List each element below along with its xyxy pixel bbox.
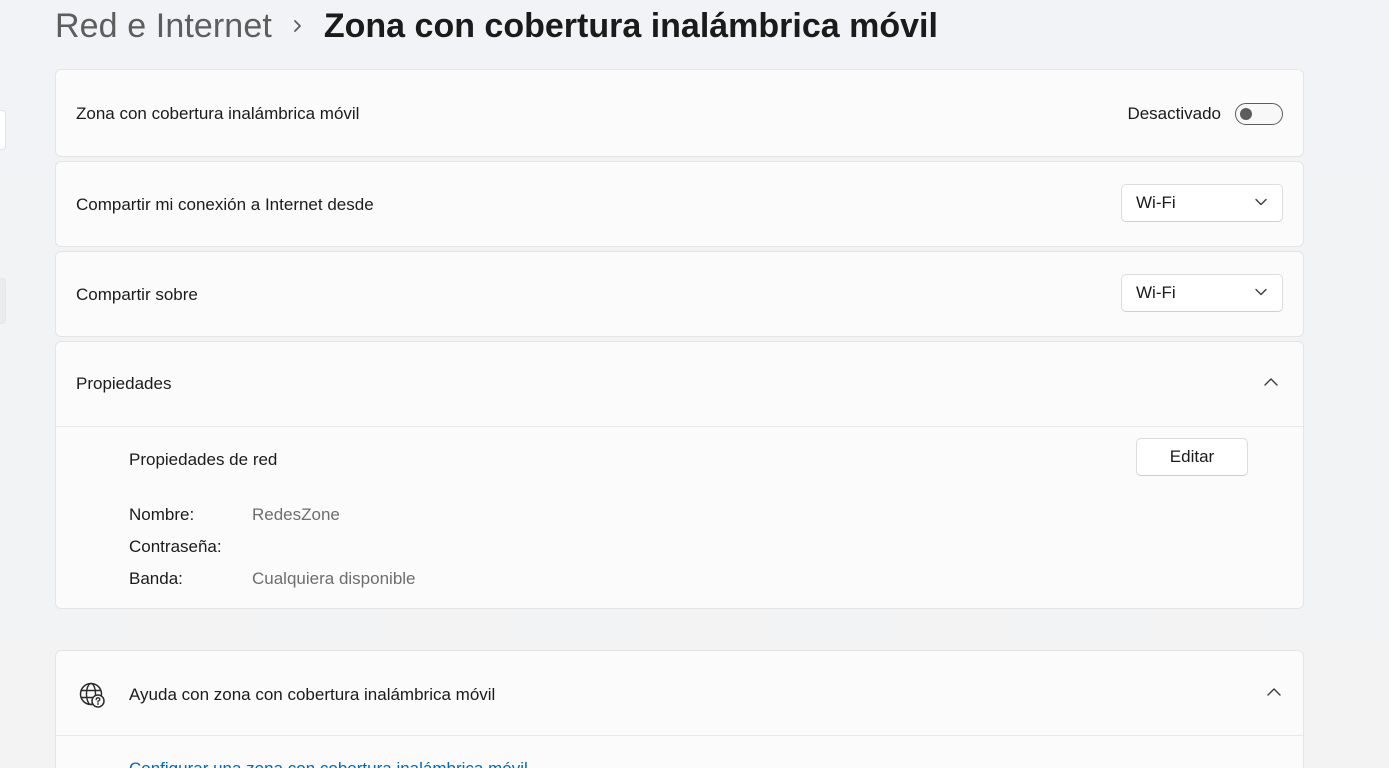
nav-pane-selected-edge[interactable] (0, 278, 6, 324)
name-label: Nombre: (129, 505, 195, 524)
divider (56, 735, 1303, 736)
breadcrumb-parent[interactable]: Red e Internet (55, 7, 272, 46)
properties-header[interactable]: Propiedades (56, 342, 1303, 426)
hotspot-toggle[interactable] (1235, 103, 1283, 125)
password-label: Contraseña: (129, 537, 222, 556)
share-from-dropdown[interactable]: Wi-Fi (1121, 184, 1283, 222)
hotspot-toggle-group: Desactivado (1127, 103, 1283, 125)
properties-label: Propiedades (76, 374, 172, 393)
settings-page: Red e Internet Zona con cobertura inalám… (0, 0, 1389, 768)
globe-help-icon (78, 681, 106, 709)
network-properties-title: Propiedades de red (129, 450, 278, 469)
share-over-card: Compartir sobre Wi-Fi (55, 251, 1304, 337)
chevron-right-icon (272, 19, 324, 33)
page-title: Zona con cobertura inalámbrica móvil (323, 6, 938, 45)
share-over-label: Compartir sobre (76, 285, 198, 304)
chevron-up-icon[interactable] (1262, 680, 1286, 704)
band-label: Banda: (129, 569, 183, 588)
chevron-down-icon (1254, 284, 1268, 302)
nav-pane-edge[interactable] (0, 110, 6, 150)
hotspot-label: Zona con cobertura inalámbrica móvil (76, 104, 360, 123)
share-from-card: Compartir mi conexión a Internet desde W… (55, 161, 1304, 247)
name-value: RedesZone (252, 505, 340, 524)
divider (56, 426, 1303, 427)
hotspot-card: Zona con cobertura inalámbrica móvil Des… (55, 69, 1304, 157)
edit-button[interactable]: Editar (1136, 438, 1248, 476)
share-from-label: Compartir mi conexión a Internet desde (76, 195, 374, 214)
chevron-up-icon[interactable] (1259, 370, 1283, 394)
chevron-down-icon (1254, 194, 1268, 212)
properties-card: Propiedades Propiedades de red Editar No… (55, 341, 1304, 609)
share-from-value: Wi-Fi (1136, 193, 1176, 212)
share-over-value: Wi-Fi (1136, 283, 1176, 302)
share-over-dropdown[interactable]: Wi-Fi (1121, 274, 1283, 312)
help-card: Ayuda con zona con cobertura inalámbrica… (55, 650, 1304, 768)
toggle-knob (1240, 107, 1252, 120)
toggle-state-text: Desactivado (1127, 104, 1221, 123)
help-link[interactable]: Configurar una zona con cobertura inalám… (129, 759, 528, 768)
band-value: Cualquiera disponible (252, 569, 416, 588)
breadcrumb: Red e Internet Zona con cobertura inalám… (55, 2, 938, 50)
help-label: Ayuda con zona con cobertura inalámbrica… (129, 685, 496, 704)
